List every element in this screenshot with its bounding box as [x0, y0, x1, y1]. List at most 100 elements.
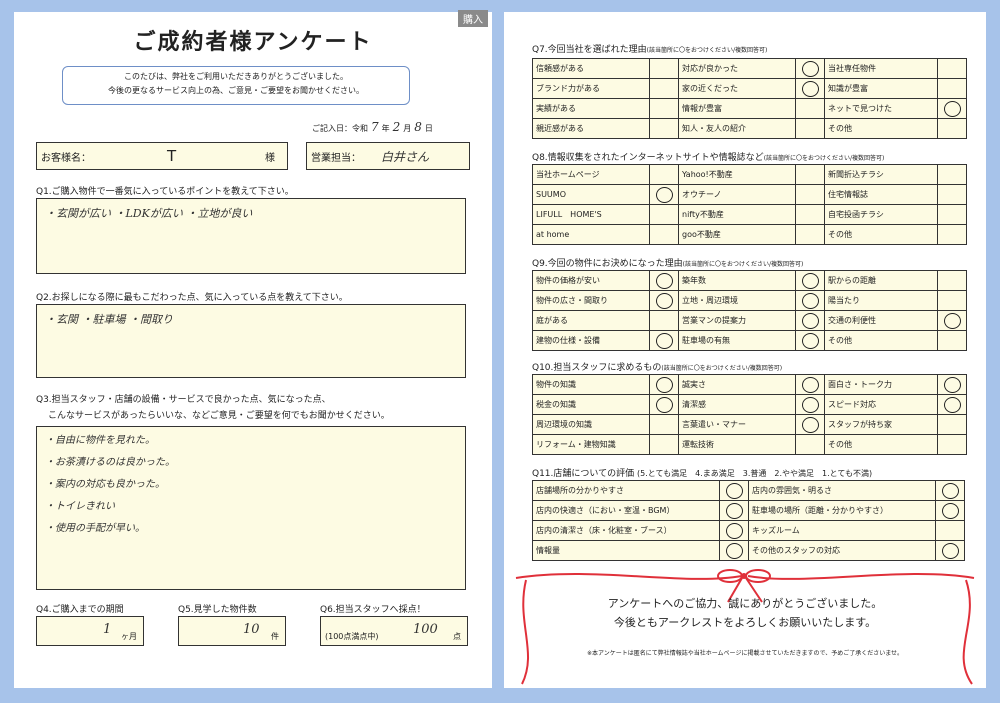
q1-question: Q1.ご購入物件で一番気に入っているポイントを教えて下さい。	[36, 187, 294, 197]
q10-option-label: スタッフが持ち家	[824, 414, 938, 435]
q2-answer: ・玄関 ・駐車場 ・間取り	[45, 313, 173, 326]
q8-table: 当社ホームページ Yahoo!不動産 新聞折込チラシ SUUMO オウチーノ 住宅情報誌 L…	[532, 164, 967, 245]
q11-title: Q11.店舗についての評価 (5.とても満足 4.まあ満足 3.普通 2.やや満…	[532, 466, 872, 479]
q8-row: SUUMO オウチーノ 住宅情報誌	[532, 184, 967, 205]
q9-mark-cell[interactable]	[795, 270, 825, 291]
date-day[interactable]: 8	[414, 120, 422, 134]
q8-mark-cell[interactable]	[649, 164, 679, 185]
circle-mark-icon	[655, 332, 673, 349]
q11-mark-cell[interactable]	[719, 480, 749, 501]
q7-mark-cell[interactable]	[937, 98, 967, 119]
q8-title-text: Q8.情報収集をされたインターネットサイトや情報誌など	[532, 153, 764, 163]
q3-answer-box[interactable]: ・自由に物件を見れた。 ・お茶漬けるのは良かった。 ・案内の対応も良かった。 ・…	[36, 426, 466, 590]
q8-option-label: SUUMO	[532, 184, 650, 205]
q7-mark-cell[interactable]	[649, 98, 679, 119]
circle-mark-icon	[943, 376, 961, 393]
q9-option-label: 交通の利便性	[824, 310, 938, 331]
q1-answer-box[interactable]: ・玄関が広い ・LDKが広い ・立地が良い	[36, 198, 466, 274]
q9-option-label: 物件の広さ・間取り	[532, 290, 650, 311]
q7-option-label: 当社専任物件	[824, 58, 938, 79]
q7-mark-cell[interactable]	[937, 78, 967, 99]
q9-mark-cell[interactable]	[937, 290, 967, 311]
q8-option-label: 新聞折込チラシ	[824, 164, 938, 185]
q9-mark-cell[interactable]	[649, 310, 679, 331]
q11-scale: (5.とても満足 4.まあ満足 3.普通 2.やや満足 1.とても不満)	[637, 469, 873, 478]
q7-mark-cell[interactable]	[795, 98, 825, 119]
q8-mark-cell[interactable]	[649, 224, 679, 245]
q8-mark-cell[interactable]	[795, 164, 825, 185]
date-year[interactable]: 7	[371, 120, 379, 134]
q7-mark-cell[interactable]	[649, 58, 679, 79]
q8-option-label: 当社ホームページ	[532, 164, 650, 185]
date-field: ご記入日：令和 7 年 2 月 8 日	[312, 120, 433, 134]
q8-mark-cell[interactable]	[795, 184, 825, 205]
q9-mark-cell[interactable]	[795, 310, 825, 331]
q7-mark-cell[interactable]	[937, 58, 967, 79]
circle-mark-icon	[725, 522, 743, 539]
circle-mark-icon	[801, 292, 819, 309]
q11-option-label: その他のスタッフの対応	[748, 540, 936, 561]
circle-mark-icon	[655, 292, 673, 309]
q11-mark-cell[interactable]	[719, 540, 749, 561]
q10-mark-cell[interactable]	[649, 414, 679, 435]
q8-mark-cell[interactable]	[937, 184, 967, 205]
q8-option-label: nifty不動産	[678, 204, 796, 225]
q9-row: 物件の価格が安い 築年数 駅からの距離	[532, 270, 967, 291]
q7-mark-cell[interactable]	[795, 58, 825, 79]
q7-option-label: 家の近くだった	[678, 78, 796, 99]
q2-answer-box[interactable]: ・玄関 ・駐車場 ・間取り	[36, 304, 466, 378]
q7-mark-cell[interactable]	[649, 118, 679, 139]
q10-mark-cell[interactable]	[937, 394, 967, 415]
q8-mark-cell[interactable]	[795, 204, 825, 225]
customer-suffix: 様	[265, 153, 275, 164]
q10-mark-cell[interactable]	[937, 434, 967, 455]
q8-mark-cell[interactable]	[937, 164, 967, 185]
q7-title-text: Q7.今回当社を選ばれた理由	[532, 45, 647, 55]
q10-mark-cell[interactable]	[937, 374, 967, 395]
date-month[interactable]: 2	[393, 120, 401, 134]
q11-mark-cell[interactable]	[719, 520, 749, 541]
q7-mark-cell[interactable]	[795, 118, 825, 139]
q5-answer-box[interactable]: 10 件	[178, 616, 286, 646]
q7-mark-cell[interactable]	[795, 78, 825, 99]
q10-mark-cell[interactable]	[795, 394, 825, 415]
q10-mark-cell[interactable]	[795, 434, 825, 455]
q10-hint: (該当箇所に〇をおつけください/複数回答可)	[661, 365, 783, 372]
q11-mark-cell[interactable]	[935, 500, 965, 521]
q10-mark-cell[interactable]	[649, 374, 679, 395]
q10-mark-cell[interactable]	[795, 414, 825, 435]
q8-mark-cell[interactable]	[937, 224, 967, 245]
q10-option-label: 清潔感	[678, 394, 796, 415]
q8-mark-cell[interactable]	[795, 224, 825, 245]
q10-mark-cell[interactable]	[649, 434, 679, 455]
q10-mark-cell[interactable]	[937, 414, 967, 435]
q8-mark-cell[interactable]	[649, 184, 679, 205]
q9-mark-cell[interactable]	[795, 330, 825, 351]
q9-mark-cell[interactable]	[937, 310, 967, 331]
q9-mark-cell[interactable]	[937, 330, 967, 351]
customer-name-field[interactable]: お客様名： T 様	[36, 142, 288, 170]
q8-mark-cell[interactable]	[937, 204, 967, 225]
q9-mark-cell[interactable]	[649, 270, 679, 291]
q11-mark-cell[interactable]	[935, 520, 965, 541]
q10-title: Q10.担当スタッフに求めるもの(該当箇所に〇をおつけください/複数回答可)	[532, 360, 782, 373]
q7-mark-cell[interactable]	[937, 118, 967, 139]
q7-option-label: ブランド力がある	[532, 78, 650, 99]
q4-answer-box[interactable]: 1 ヶ月	[36, 616, 144, 646]
q9-mark-cell[interactable]	[649, 290, 679, 311]
q11-mark-cell[interactable]	[935, 480, 965, 501]
q11-mark-cell[interactable]	[935, 540, 965, 561]
q7-option-label: 情報が豊富	[678, 98, 796, 119]
staff-name-field[interactable]: 営業担当： 白井さん	[306, 142, 470, 170]
q9-mark-cell[interactable]	[649, 330, 679, 351]
q8-mark-cell[interactable]	[649, 204, 679, 225]
q6-answer-box[interactable]: (100点満点中) 100 点	[320, 616, 468, 646]
q10-option-label: 言葉遣い・マナー	[678, 414, 796, 435]
q10-mark-cell[interactable]	[795, 374, 825, 395]
q11-option-label: 駐車場の場所（距離・分かりやすさ）	[748, 500, 936, 521]
q10-mark-cell[interactable]	[649, 394, 679, 415]
q7-mark-cell[interactable]	[649, 78, 679, 99]
q11-mark-cell[interactable]	[719, 500, 749, 521]
q9-mark-cell[interactable]	[937, 270, 967, 291]
q9-mark-cell[interactable]	[795, 290, 825, 311]
